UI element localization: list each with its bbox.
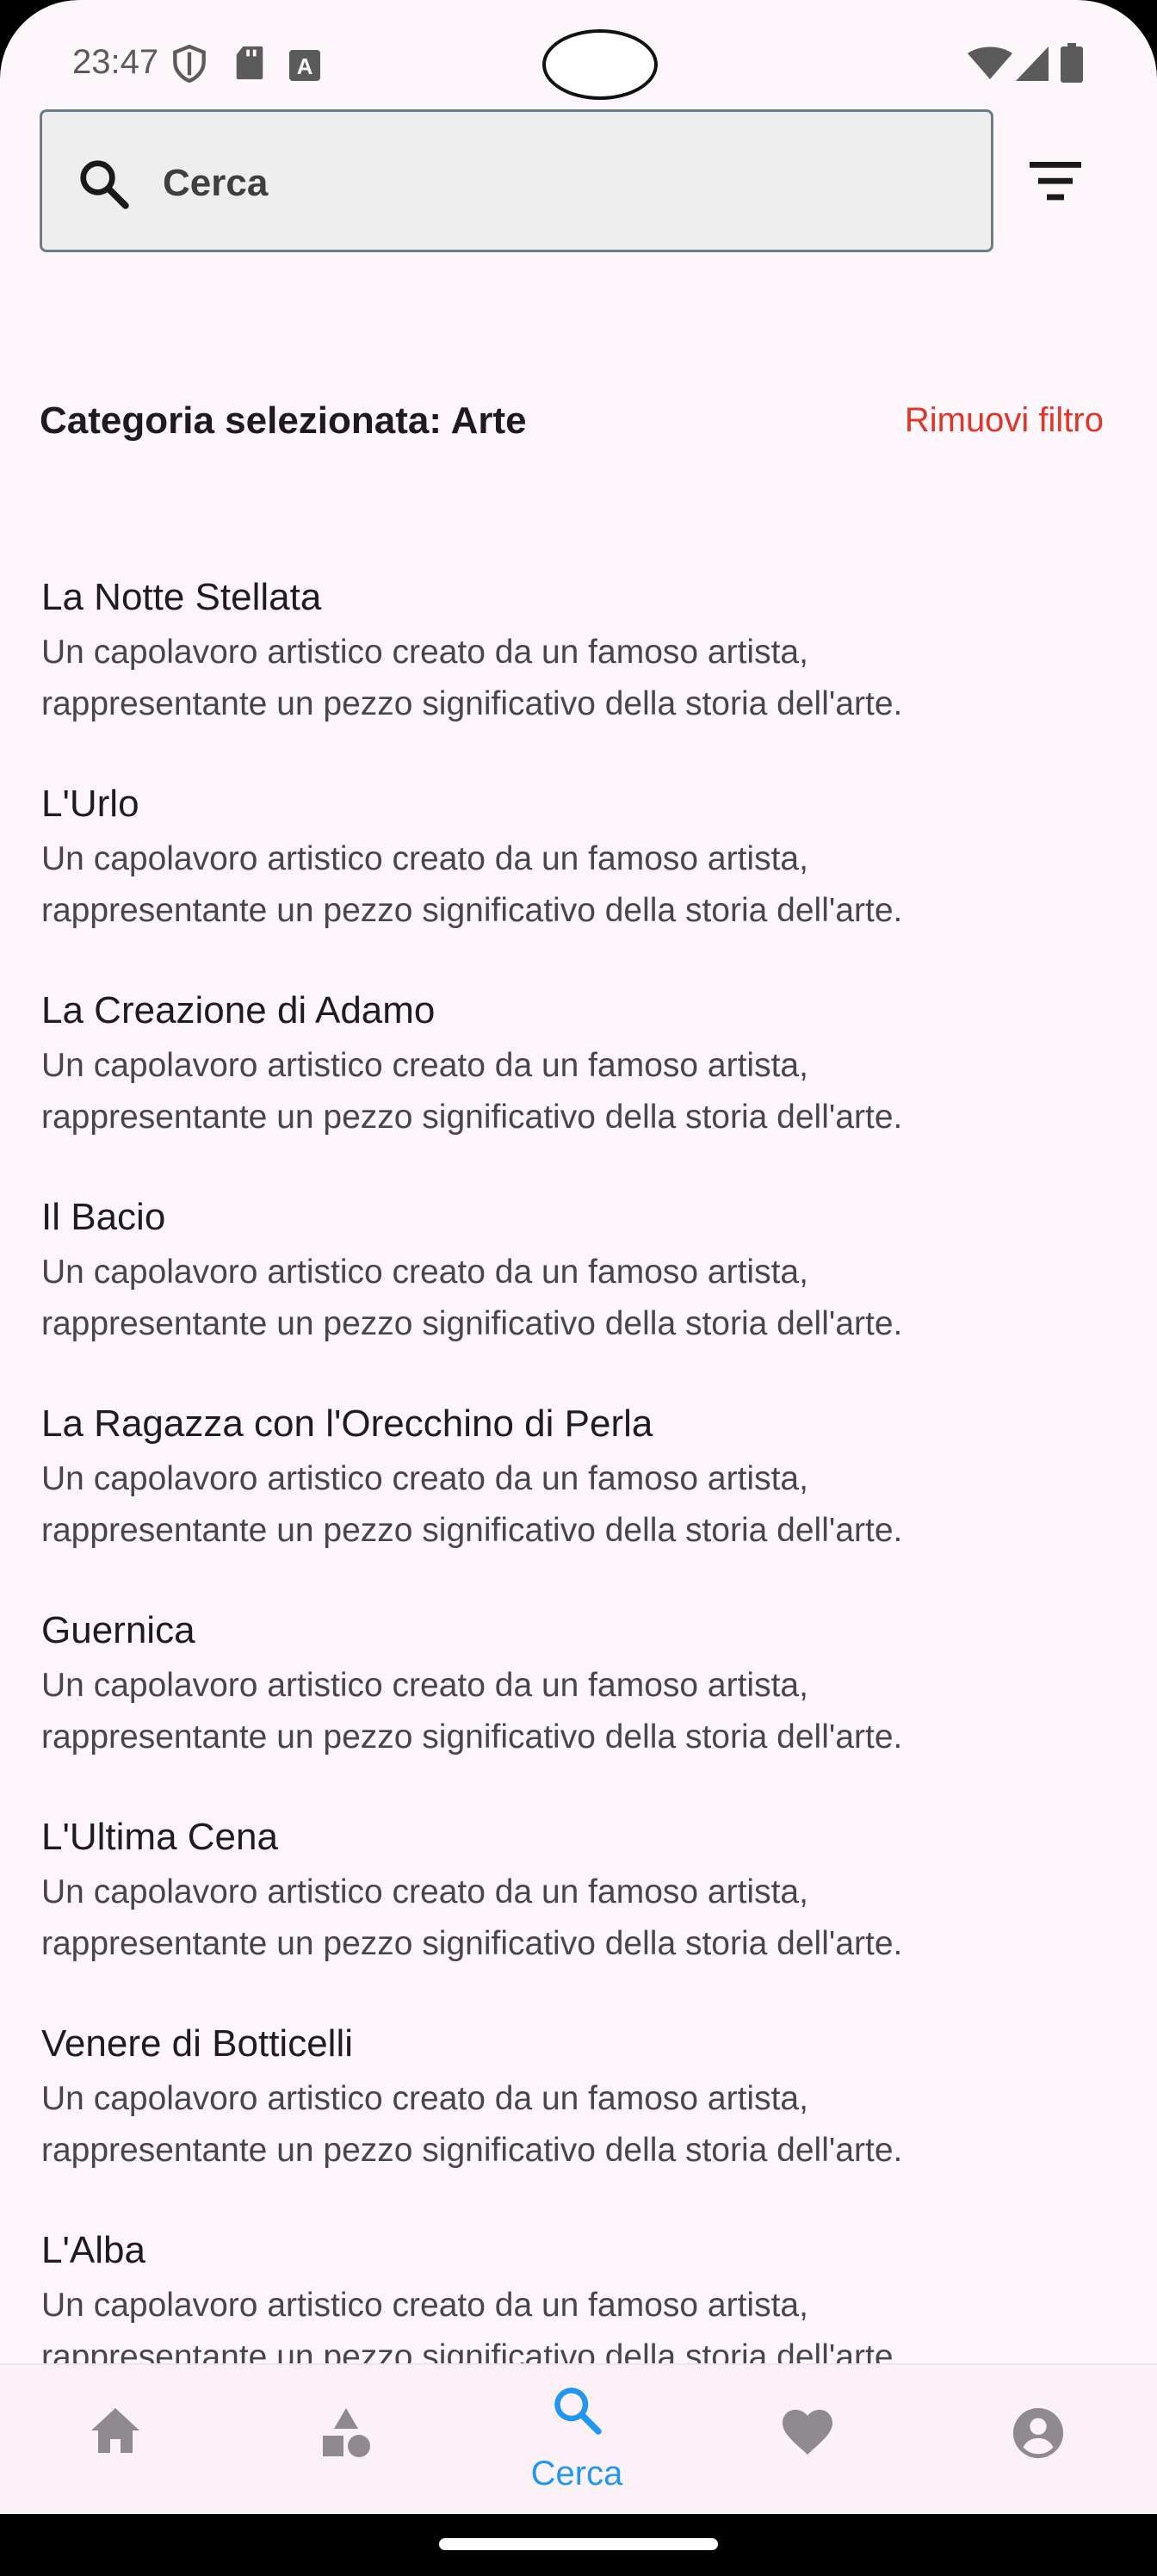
- item-description-line: rappresentante un pezzo significativo de…: [41, 1718, 903, 1756]
- search-input[interactable]: [163, 146, 937, 220]
- bottom-navigation: Cerca: [0, 2363, 1157, 2516]
- home-gesture-handle[interactable]: [439, 2538, 718, 2550]
- item-title: La Creazione di Adamo: [41, 989, 436, 1031]
- item-description-line: rappresentante un pezzo significativo de…: [41, 2132, 903, 2169]
- nav-item-favorites[interactable]: [692, 2365, 923, 2516]
- search-icon: [551, 2384, 603, 2439]
- item-description: Un capolavoro artistico creato da un fam…: [41, 1453, 1126, 1557]
- list-item[interactable]: Guernica Un capolavoro artistico creato …: [41, 1601, 1126, 1808]
- nav-label-search: Cerca: [530, 2455, 623, 2492]
- category-filter-row: Categoria selezionata: Arte Rimuovi filt…: [40, 394, 1104, 455]
- wifi-icon: [968, 46, 1012, 84]
- battery-icon: [1061, 43, 1083, 86]
- svg-text:A: A: [297, 53, 313, 79]
- item-title: Guernica: [41, 1609, 195, 1651]
- item-description: Un capolavoro artistico creato da un fam…: [41, 1660, 1126, 1763]
- results-list[interactable]: La Notte Stellata Un capolavoro artistic…: [41, 568, 1126, 2363]
- item-description-line: rappresentante un pezzo significativo de…: [41, 1925, 903, 1962]
- list-item[interactable]: L'Urlo Un capolavoro artistico creato da…: [41, 775, 1126, 981]
- item-description: Un capolavoro artistico creato da un fam…: [41, 2073, 1126, 2177]
- item-description-line: Un capolavoro artistico creato da un fam…: [41, 2287, 808, 2324]
- nav-item-profile[interactable]: [923, 2365, 1154, 2516]
- item-description-line: rappresentante un pezzo significativo de…: [41, 685, 903, 722]
- shield-icon: [172, 44, 207, 86]
- search-icon: [77, 157, 130, 214]
- list-item[interactable]: La Notte Stellata Un capolavoro artistic…: [41, 568, 1126, 775]
- item-title: La Ragazza con l'Orecchino di Perla: [41, 1403, 653, 1445]
- item-description-line: Un capolavoro artistico creato da un fam…: [41, 840, 808, 877]
- signal-icon: [1016, 46, 1049, 84]
- item-description-line: Un capolavoro artistico creato da un fam…: [41, 1047, 808, 1084]
- item-description: Un capolavoro artistico creato da un fam…: [41, 627, 1126, 730]
- item-title: L'Urlo: [41, 783, 139, 825]
- status-bar: 23:47 A: [0, 0, 1157, 103]
- item-description-line: rappresentante un pezzo significativo de…: [41, 1512, 903, 1549]
- item-title: L'Ultima Cena: [41, 1816, 278, 1858]
- nav-item-search[interactable]: Cerca: [461, 2365, 692, 2516]
- item-title: Venere di Botticelli: [41, 2022, 353, 2065]
- item-description-line: rappresentante un pezzo significativo de…: [41, 2338, 903, 2363]
- list-item[interactable]: La Ragazza con l'Orecchino di Perla Un c…: [41, 1395, 1126, 1601]
- item-description-line: Un capolavoro artistico creato da un fam…: [41, 634, 808, 671]
- item-description: Un capolavoro artistico creato da un fam…: [41, 833, 1126, 937]
- camera-cutout: [542, 29, 658, 100]
- account-icon: [1012, 2406, 1065, 2463]
- a-badge-icon: A: [289, 50, 320, 84]
- item-title: L'Alba: [41, 2229, 145, 2271]
- item-description-line: Un capolavoro artistico creato da un fam…: [41, 1667, 808, 1704]
- item-description-line: Un capolavoro artistico creato da un fam…: [41, 2080, 808, 2117]
- home-icon: [90, 2406, 141, 2458]
- list-item[interactable]: Venere di Botticelli Un capolavoro artis…: [41, 2015, 1126, 2221]
- item-description: Un capolavoro artistico creato da un fam…: [41, 1040, 1126, 1143]
- app-screen: 23:47 A Categoria selezionata: Arte: [0, 0, 1157, 2576]
- item-description-line: Un capolavoro artistico creato da un fam…: [41, 1460, 808, 1497]
- item-description-line: Un capolavoro artistico creato da un fam…: [41, 1873, 808, 1910]
- item-description-line: rappresentante un pezzo significativo de…: [41, 1305, 903, 1342]
- gesture-navigation-area: [0, 2514, 1157, 2576]
- remove-filter-button[interactable]: Rimuovi filtro: [905, 401, 1104, 440]
- item-description-line: rappresentante un pezzo significativo de…: [41, 892, 903, 929]
- categories-icon: [319, 2406, 373, 2463]
- item-title: La Notte Stellata: [41, 576, 322, 618]
- item-description: Un capolavoro artistico creato da un fam…: [41, 1247, 1126, 1350]
- list-item[interactable]: L'Alba Un capolavoro artistico creato da…: [41, 2221, 1126, 2363]
- selected-category-label: Categoria selezionata: Arte: [40, 399, 527, 442]
- heart-icon: [781, 2408, 834, 2460]
- item-description: Un capolavoro artistico creato da un fam…: [41, 2280, 1126, 2363]
- sd-card-icon: [234, 45, 265, 84]
- item-description-line: rappresentante un pezzo significativo de…: [41, 1099, 903, 1136]
- item-title: Il Bacio: [41, 1196, 166, 1238]
- nav-item-home[interactable]: [0, 2365, 231, 2516]
- list-item[interactable]: L'Ultima Cena Un capolavoro artistico cr…: [41, 1808, 1126, 2015]
- list-item[interactable]: Il Bacio Un capolavoro artistico creato …: [41, 1188, 1126, 1395]
- status-time: 23:47: [72, 43, 159, 81]
- nav-item-categories[interactable]: [231, 2365, 461, 2516]
- list-item[interactable]: La Creazione di Adamo Un capolavoro arti…: [41, 981, 1126, 1188]
- item-description: Un capolavoro artistico creato da un fam…: [41, 1867, 1126, 1970]
- filter-icon[interactable]: [1016, 146, 1095, 215]
- item-description-line: Un capolavoro artistico creato da un fam…: [41, 1254, 808, 1291]
- search-bar[interactable]: [40, 109, 993, 252]
